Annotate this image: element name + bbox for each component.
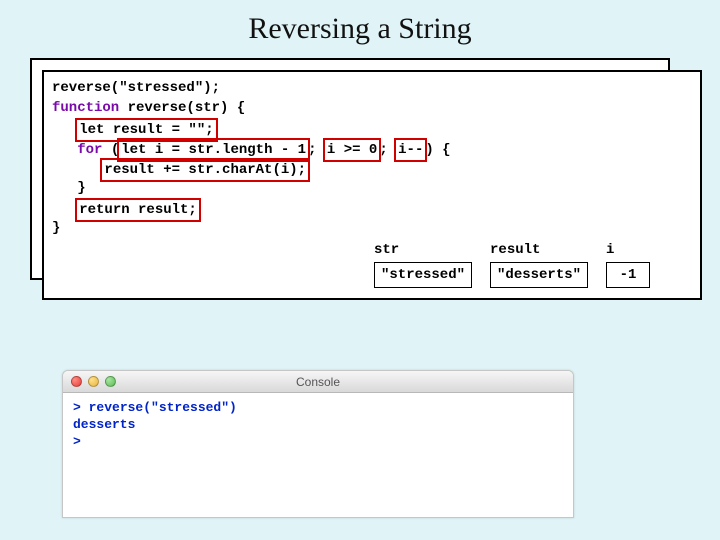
code-line-call: reverse("stressed"); <box>52 78 692 98</box>
code-line-fn: function reverse(str) { <box>52 98 692 118</box>
var-str: str "stressed" <box>374 240 472 288</box>
console-title: Console <box>63 375 573 389</box>
variable-trace: str "stressed" result "desserts" i -1 <box>374 240 650 288</box>
code-line-for: for (let i = str.length - 1; i >= 0; i--… <box>52 138 692 158</box>
prompt-1: > <box>73 400 89 415</box>
var-str-label: str <box>374 240 399 260</box>
brace-close-inner: } <box>77 180 85 196</box>
keyword-function: function <box>52 100 119 116</box>
code-line-let: let result = ""; <box>52 118 692 138</box>
code-line-body: result += str.charAt(i); <box>52 158 692 178</box>
console-line-3: > <box>73 433 563 450</box>
var-i-label: i <box>606 240 614 260</box>
var-result: result "desserts" <box>490 240 588 288</box>
code-panel: reverse("stressed"); function reverse(st… <box>42 70 702 300</box>
console-titlebar: Console <box>63 371 573 393</box>
console-call: reverse("stressed") <box>89 400 237 415</box>
code-line-brace1: } <box>52 178 692 198</box>
console-line-2: desserts <box>73 416 563 433</box>
fn-signature: reverse(str) { <box>119 100 245 116</box>
console-body[interactable]: > reverse("stressed") desserts > <box>63 393 573 456</box>
slide-title: Reversing a String <box>0 0 720 46</box>
keyword-for: for <box>77 142 102 158</box>
var-result-value: "desserts" <box>490 262 588 288</box>
code-line-brace2: } <box>52 218 692 238</box>
var-str-value: "stressed" <box>374 262 472 288</box>
console-line-1: > reverse("stressed") <box>73 399 563 416</box>
code-line-return: return result; <box>52 198 692 218</box>
console-window: Console > reverse("stressed") desserts > <box>62 370 574 518</box>
var-result-label: result <box>490 240 540 260</box>
var-i: i -1 <box>606 240 650 288</box>
var-i-value: -1 <box>606 262 650 288</box>
